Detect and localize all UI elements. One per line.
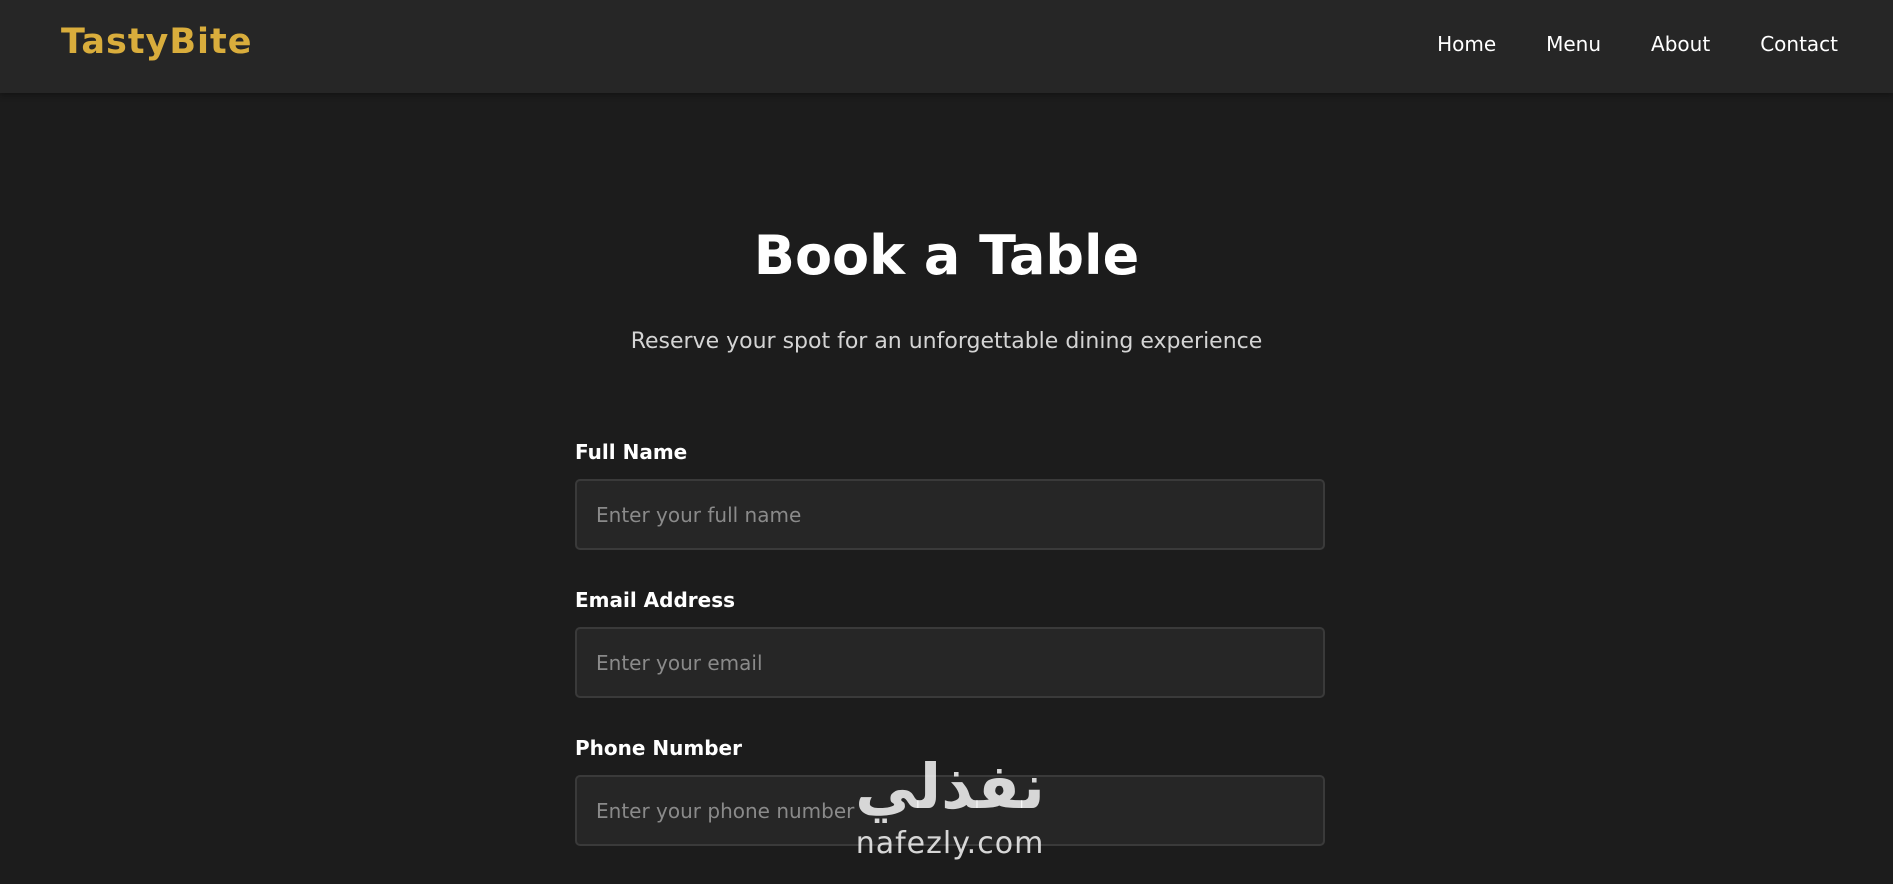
nav-about-link[interactable]: About [1651,32,1710,56]
page-title: Book a Table [753,224,1140,287]
email-input[interactable] [575,627,1325,698]
email-label: Email Address [575,588,736,612]
nav-links: Home Menu About Contact [1437,32,1838,56]
phone-label: Phone Number [575,736,742,760]
full-name-input[interactable] [575,479,1325,550]
booking-form: Full Name Email Address Phone Number [575,440,1325,884]
phone-input[interactable] [575,775,1325,846]
full-name-label: Full Name [575,440,688,464]
page-subtitle: Reserve your spot for an unforgettable d… [630,329,1263,354]
nav-contact-link[interactable]: Contact [1760,32,1838,56]
site-logo[interactable]: TastyBite [61,22,253,62]
nav-home-link[interactable]: Home [1437,32,1496,56]
navbar: TastyBite Home Menu About Contact [0,0,1893,93]
nav-menu-link[interactable]: Menu [1546,32,1601,56]
